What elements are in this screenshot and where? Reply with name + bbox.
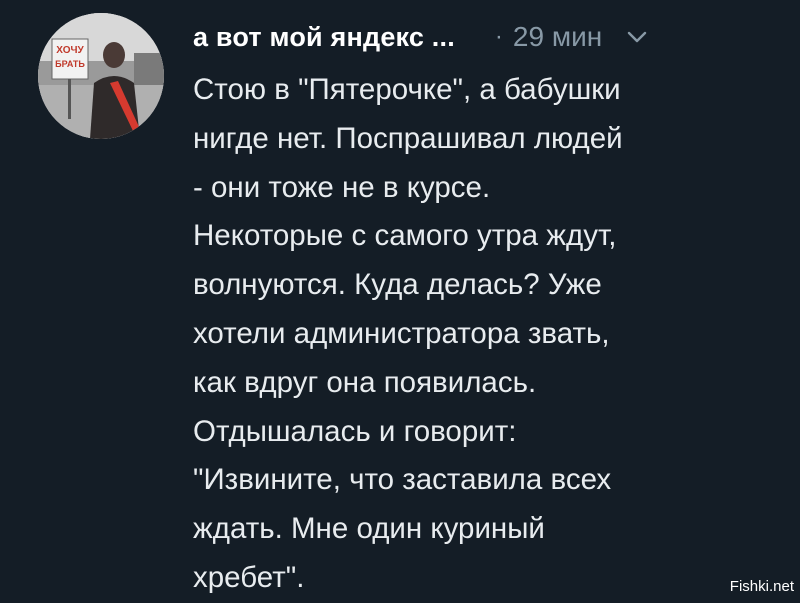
tweet-text-line: нигде нет. Поспрашивал людей: [193, 121, 623, 155]
tweet-text-line: хребет".: [193, 560, 305, 594]
tweet-text-line: как вдруг она появилась.: [193, 365, 537, 399]
chevron-down-icon[interactable]: [626, 26, 648, 48]
timestamp[interactable]: 29 мин: [513, 21, 602, 53]
separator-dot: ·: [494, 23, 503, 50]
tweet-text-line: Отдышалась и говорит:: [193, 414, 517, 448]
tweet-text-line: хотели администратора звать,: [193, 316, 610, 350]
tweet-text: Стою в "Пятерочке", а бабушки нигде нет. …: [193, 66, 783, 603]
avatar-photo: ХОЧУ БРАТЬ: [38, 13, 164, 139]
tweet-text-line: Стою в "Пятерочке", а бабушки: [193, 73, 621, 106]
tweet-text-line: Некоторые с самого утра ждут,: [193, 219, 617, 253]
tweet-header: а вот мой яндекс ... · 29 мин: [193, 14, 783, 60]
avatar[interactable]: ХОЧУ БРАТЬ: [38, 13, 164, 139]
tweet-text-line: ждать. Мне один куриный: [193, 512, 545, 546]
avatar-sign-text-1: ХОЧУ: [56, 45, 84, 56]
tweet: ХОЧУ БРАТЬ а вот мой яндекс ... · 29 мин…: [0, 0, 800, 602]
tweet-text-line: "Извините, что заставила всех: [193, 463, 612, 497]
author-name[interactable]: а вот мой яндекс ...: [193, 22, 455, 53]
tweet-text-line: волнуются. Куда делась? Уже: [193, 268, 602, 302]
avatar-sign-text-2: БРАТЬ: [55, 59, 85, 69]
watermark: Fishki.net: [729, 578, 794, 595]
tweet-text-line: - они тоже не в курсе.: [193, 170, 491, 204]
